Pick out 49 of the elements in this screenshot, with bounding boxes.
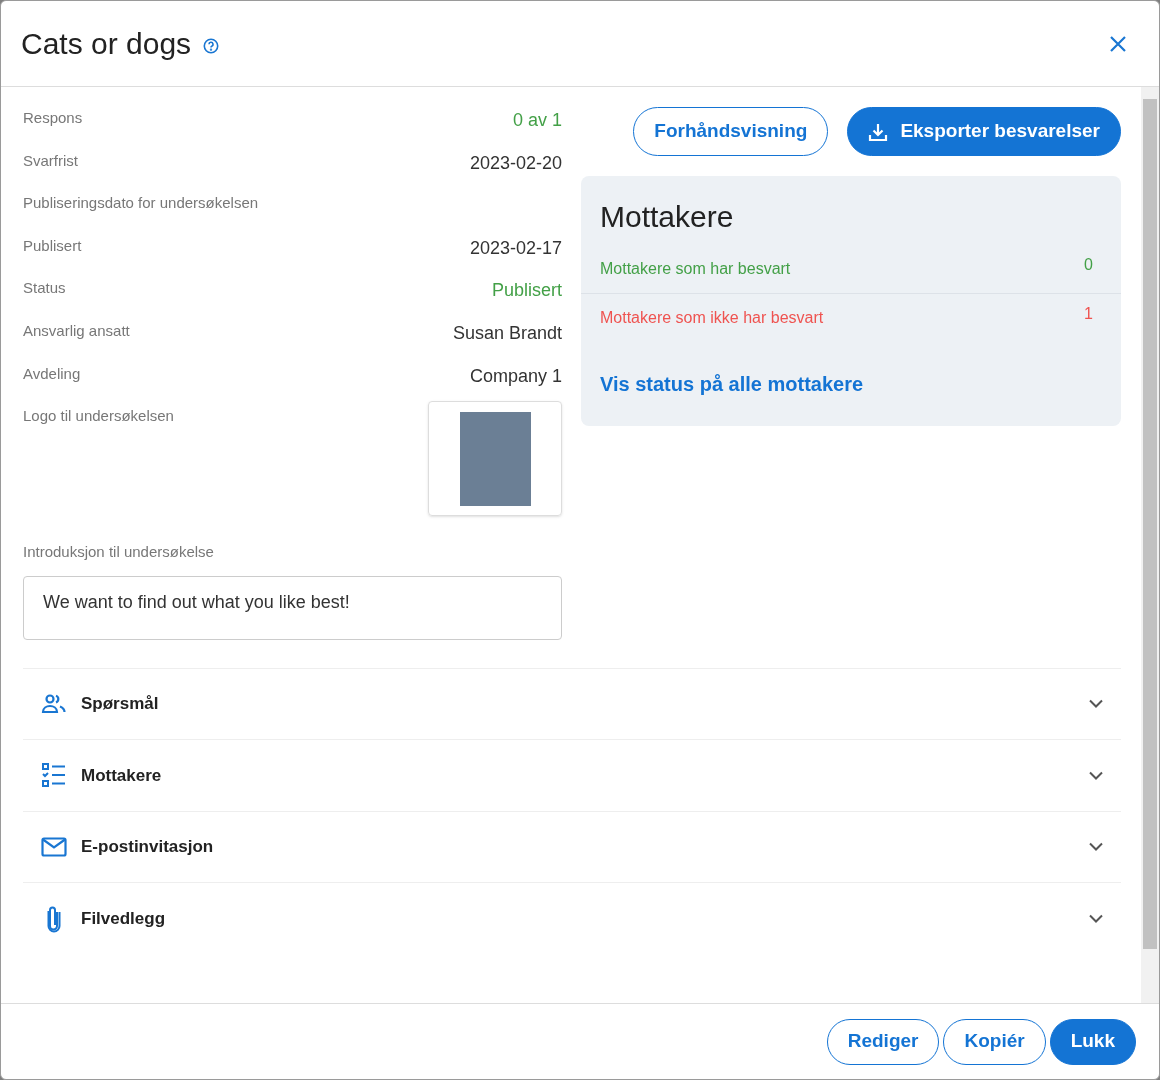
field-value: Susan Brandt — [452, 321, 562, 345]
section-title: Filvedlegg — [81, 908, 167, 931]
accordion-section[interactable]: Mottakere — [23, 740, 1121, 812]
field-label: Respons — [23, 108, 83, 128]
close-icon[interactable] — [1109, 34, 1127, 53]
outline-button[interactable]: Rediger — [826, 1018, 940, 1065]
help-icon[interactable] — [203, 37, 220, 54]
primary-button[interactable]: Lukk — [1049, 1018, 1136, 1065]
card-title: Mottakere — [599, 199, 735, 235]
section-title: Mottakere — [81, 764, 163, 787]
download-icon — [868, 121, 889, 142]
field-label: Svarfrist — [23, 150, 78, 171]
people-icon — [41, 693, 67, 714]
recipient-status: Mottakere som ikke har besvart — [600, 307, 824, 328]
recipient-status: Mottakere som har besvart — [600, 259, 791, 279]
accordion-section[interactable]: E-postinvitasjon — [23, 811, 1121, 884]
outline-button[interactable]: Kopiér — [943, 1018, 1046, 1065]
checklist-icon — [41, 762, 67, 789]
accordion-section[interactable]: Filvedlegg — [23, 883, 1121, 955]
chevron-icon — [1089, 699, 1103, 709]
field-label: Publiseringsdato for undersøkelsen — [23, 193, 259, 214]
field-value: Company 1 — [469, 364, 562, 388]
primary-button[interactable]: Eksporter besvarelser — [847, 107, 1121, 156]
scrollbar[interactable] — [1141, 87, 1159, 1003]
field-label: Ansvarlig ansatt — [23, 320, 130, 341]
introduction-field[interactable]: We want to find out what you like best! — [23, 575, 562, 640]
field-value: Publisert — [491, 279, 562, 303]
section-title: E-postinvitasjon — [81, 836, 215, 859]
field-label: Logo til undersøkelsen — [23, 406, 174, 427]
paperclip-icon — [46, 904, 62, 933]
chevron-icon — [1089, 770, 1103, 780]
status-link[interactable]: Vis status på alle mottakere — [600, 369, 864, 399]
field-value: 2023-02-20 — [469, 151, 562, 175]
mail-icon — [41, 836, 67, 857]
scrollbar-thumb[interactable] — [1143, 99, 1157, 949]
field-value: 2023-02-17 — [469, 236, 562, 260]
field-label: Publisert — [23, 235, 82, 256]
recipient-count: 0 — [1084, 255, 1093, 275]
chevron-icon — [1089, 842, 1103, 852]
field-label: Introduksjon til undersøkelse — [23, 542, 215, 563]
accordion-section[interactable]: Spørsmål — [23, 668, 1121, 741]
field-label: Status — [23, 278, 66, 299]
field-label: Avdeling — [23, 363, 81, 384]
recipient-count: 1 — [1084, 303, 1093, 324]
section-title: Spørsmål — [81, 693, 160, 716]
dialog-title: Cats or dogs — [21, 26, 192, 62]
outline-button[interactable]: Forhåndsvisning — [633, 107, 829, 156]
chevron-icon — [1089, 914, 1103, 924]
field-value: 0 av 1 — [512, 109, 562, 132]
